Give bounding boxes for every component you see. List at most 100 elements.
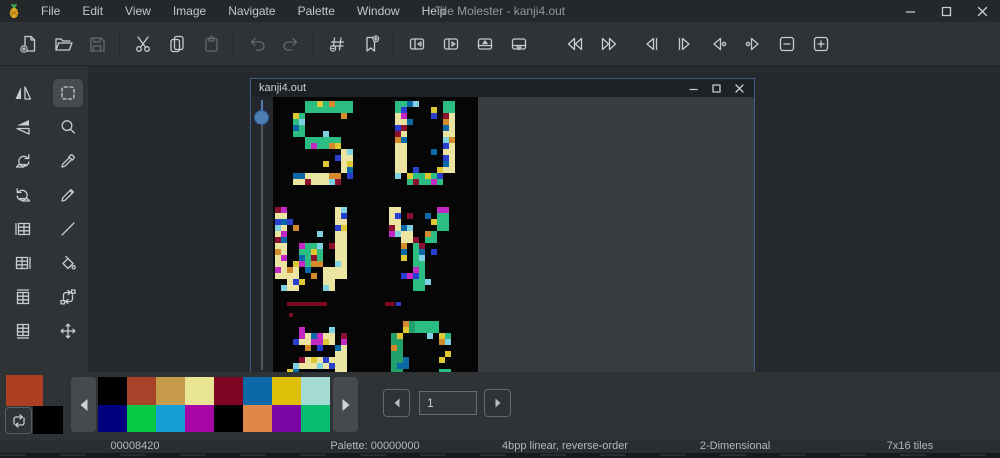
pixel	[407, 119, 413, 125]
pixel	[293, 285, 299, 291]
statusbar: 00008420 Palette: 00000000 4bpp linear, …	[0, 440, 1000, 453]
menu-view[interactable]: View	[114, 4, 162, 18]
swap-colors-button[interactable]	[5, 407, 32, 434]
shift-row-up-button[interactable]	[471, 30, 498, 57]
palette-color-swatch[interactable]	[272, 405, 301, 432]
mover-tool-button[interactable]	[53, 317, 83, 345]
pixel	[437, 179, 443, 185]
status-offset: 00008420	[0, 440, 270, 453]
palette-color-swatch[interactable]	[243, 405, 272, 432]
add-bookmark-button[interactable]	[357, 30, 384, 57]
status-mode: 2-Dimensional	[650, 440, 820, 453]
pixel	[341, 273, 347, 279]
increase-size-button[interactable]	[807, 30, 834, 57]
pixel-canvas[interactable]	[273, 97, 478, 372]
document-window-title: kanji4.out	[259, 82, 306, 94]
pixel	[395, 173, 401, 179]
flip-tool-button[interactable]	[8, 113, 38, 141]
menu-edit[interactable]: Edit	[71, 4, 114, 18]
shift-column-left-button[interactable]	[403, 30, 430, 57]
copy-button[interactable]	[163, 30, 190, 57]
mirror-tool-button[interactable]	[8, 79, 38, 107]
grid-toggle-button[interactable]	[323, 30, 350, 57]
menu-navigate[interactable]: Navigate	[217, 4, 286, 18]
paste-button	[197, 30, 224, 57]
fill-tool-button[interactable]	[53, 249, 83, 277]
palette-color-swatch[interactable]	[301, 405, 330, 432]
palette-page-input[interactable]	[419, 391, 477, 415]
palette-color-swatch[interactable]	[185, 377, 214, 405]
menu-help[interactable]: Help	[411, 4, 458, 18]
pixel	[445, 351, 451, 357]
palette-color-swatch[interactable]	[98, 405, 127, 432]
doc-close-button[interactable]	[735, 84, 744, 93]
palette-color-swatch[interactable]	[243, 377, 272, 405]
window-controls	[892, 0, 1000, 22]
shift-left-tool-button[interactable]	[8, 215, 38, 243]
byte-forward-button[interactable]	[739, 30, 766, 57]
minimize-button[interactable]	[892, 0, 928, 22]
rotate-right-tool-button[interactable]	[8, 147, 38, 175]
pixel	[335, 179, 341, 185]
palette-page-back-button[interactable]	[383, 389, 410, 417]
dropper-tool-button[interactable]	[53, 147, 83, 175]
palette-scroll-left-button[interactable]	[71, 377, 96, 432]
palette-color-swatch[interactable]	[214, 405, 243, 432]
menu-palette[interactable]: Palette	[287, 4, 346, 18]
menu-image[interactable]: Image	[162, 4, 217, 18]
pixel	[445, 339, 451, 345]
palette-color-swatch[interactable]	[98, 377, 127, 405]
zoom-tool-button[interactable]	[53, 113, 83, 141]
row-marker-thumb[interactable]	[254, 110, 269, 125]
decrease-size-button[interactable]	[773, 30, 800, 57]
document-window-titlebar[interactable]: kanji4.out	[251, 79, 754, 97]
palette-color-swatch[interactable]	[214, 377, 243, 405]
page-back-button[interactable]	[561, 30, 588, 57]
close-button[interactable]	[964, 0, 1000, 22]
open-file-button[interactable]	[49, 30, 76, 57]
pixel	[431, 249, 437, 255]
doc-maximize-button[interactable]	[712, 84, 721, 93]
palette-color-swatch[interactable]	[185, 405, 214, 432]
status-tile-grid: 7x16 tiles	[820, 440, 1000, 453]
menu-file[interactable]: File	[30, 4, 71, 18]
pixel	[317, 345, 323, 351]
foreground-color-swatch[interactable]	[6, 375, 43, 406]
shift-right-tool-button[interactable]	[8, 249, 38, 277]
palette-scroll-right-button[interactable]	[333, 377, 358, 432]
page-forward-button[interactable]	[595, 30, 622, 57]
shift-column-right-button[interactable]	[437, 30, 464, 57]
new-file-button[interactable]	[15, 30, 42, 57]
shift-up-tool-button[interactable]	[8, 283, 38, 311]
tool-sidebar	[0, 66, 88, 372]
palette-color-swatch[interactable]	[272, 377, 301, 405]
selection-tool-button[interactable]	[53, 79, 83, 107]
color-replace-tool-button[interactable]	[53, 283, 83, 311]
doc-minimize-button[interactable]	[689, 84, 698, 93]
redo-button	[277, 30, 304, 57]
row-marker-track	[261, 100, 263, 370]
palette-page-forward-button[interactable]	[484, 389, 511, 417]
maximize-button[interactable]	[928, 0, 964, 22]
palette-color-swatch[interactable]	[127, 377, 156, 405]
background-color-swatch[interactable]	[33, 406, 63, 434]
pixel	[311, 273, 317, 279]
tile-back-button[interactable]	[637, 30, 664, 57]
line-tool-button[interactable]	[53, 215, 83, 243]
rotate-left-tool-button[interactable]	[8, 181, 38, 209]
tile-forward-button[interactable]	[671, 30, 698, 57]
palette-color-swatch[interactable]	[301, 377, 330, 405]
shift-row-down-button[interactable]	[505, 30, 532, 57]
palette-color-swatch[interactable]	[127, 405, 156, 432]
palette-color-swatch[interactable]	[156, 377, 185, 405]
pixel	[439, 357, 445, 363]
cut-button[interactable]	[129, 30, 156, 57]
undo-button	[243, 30, 270, 57]
byte-back-button[interactable]	[705, 30, 732, 57]
menubar: FileEditViewImageNavigatePaletteWindowHe…	[30, 0, 457, 22]
shift-down-tool-button[interactable]	[8, 317, 38, 345]
pixel	[449, 167, 455, 173]
menu-window[interactable]: Window	[346, 4, 411, 18]
palette-color-swatch[interactable]	[156, 405, 185, 432]
brush-tool-button[interactable]	[53, 181, 83, 209]
